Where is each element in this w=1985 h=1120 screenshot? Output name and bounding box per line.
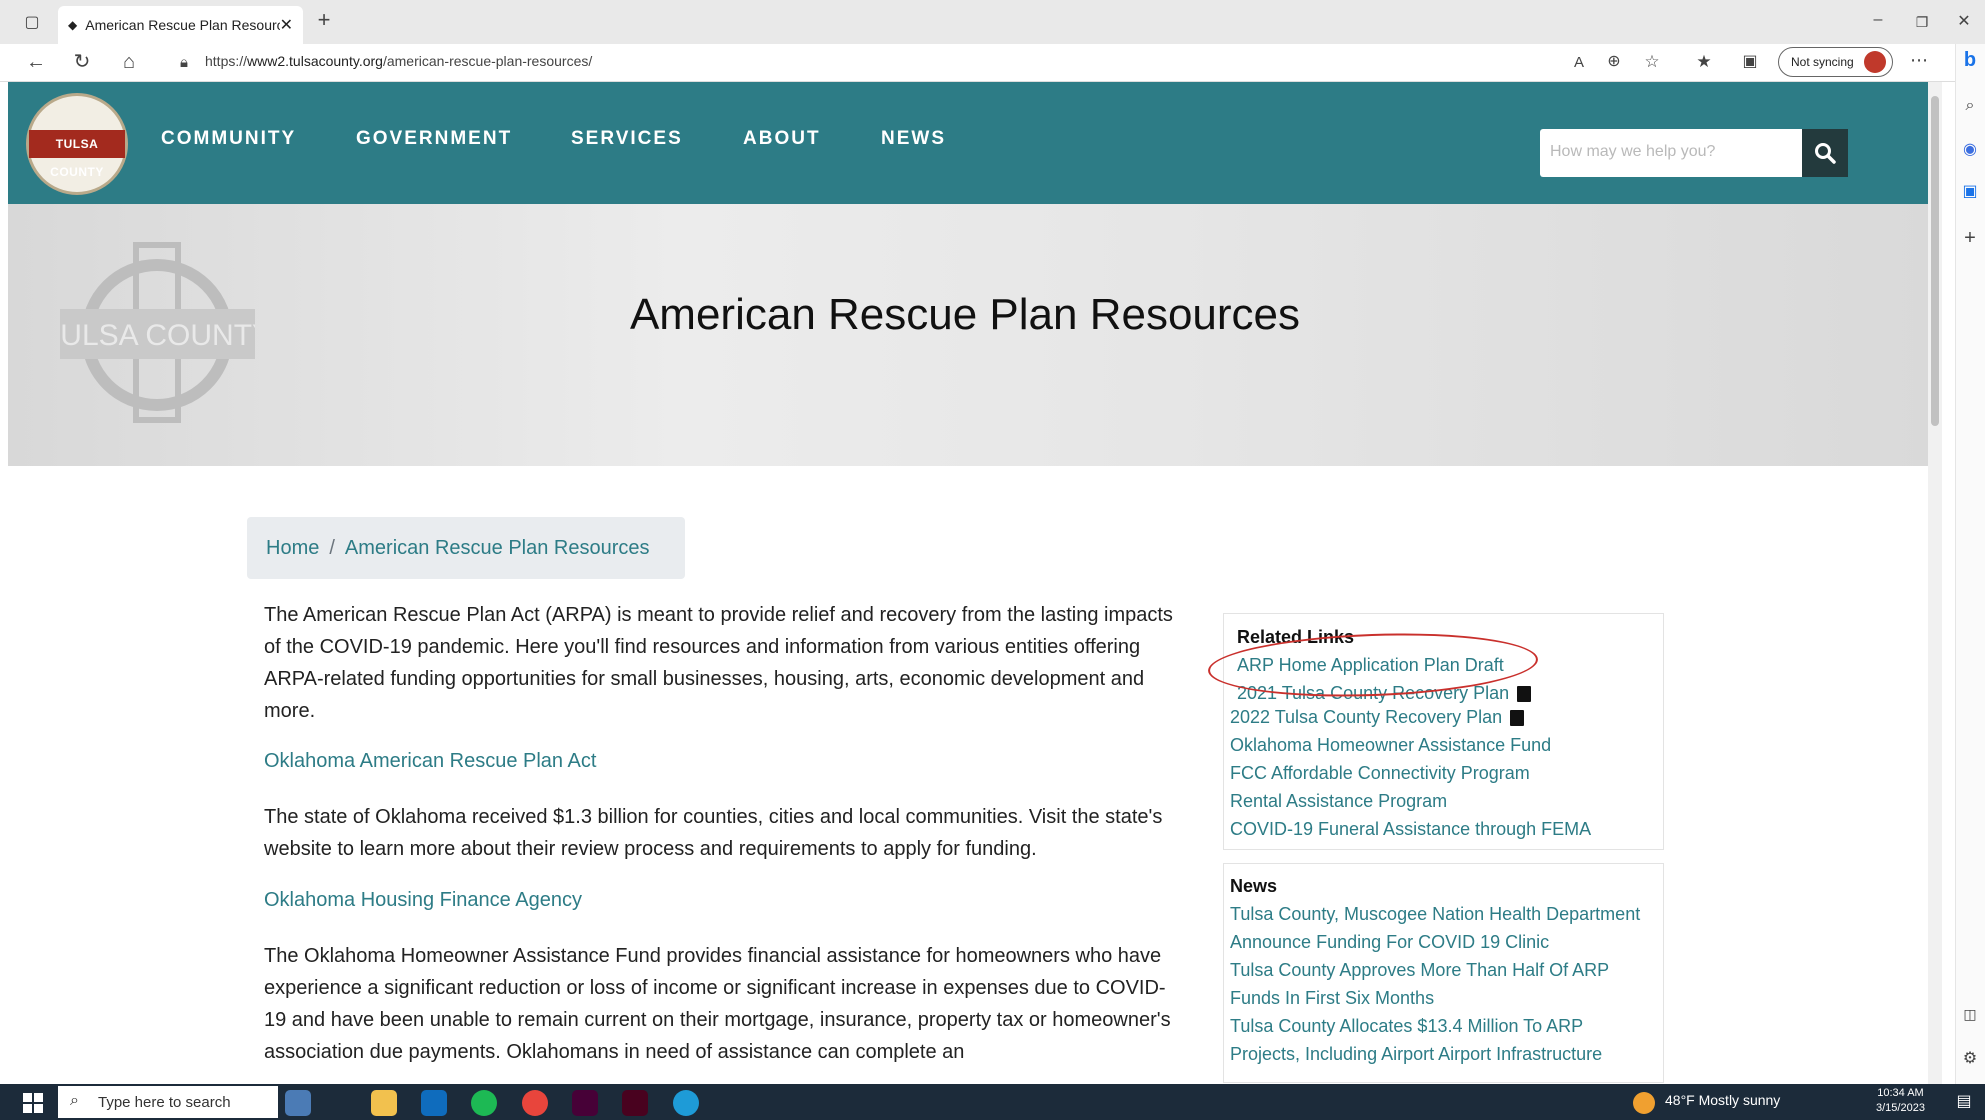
taskbar-search-placeholder: Type here to search [98,1093,231,1111]
news-link-line[interactable]: Funds In First Six Months [1230,988,1434,1009]
bing-chat-icon[interactable]: b [1956,50,1984,70]
add-favorite-icon[interactable]: ☆ [1638,52,1666,72]
weather-icon [1633,1092,1655,1114]
url-prefix: https:// [205,53,248,69]
indesign-icon[interactable] [622,1090,648,1116]
notifications-icon[interactable]: ▤ [1950,1092,1978,1112]
breadcrumb-current: American Rescue Plan Resources [344,536,650,559]
new-tab-icon[interactable]: + [310,9,338,31]
outlook-app-icon[interactable] [421,1090,447,1116]
outlook-icon[interactable]: ▣ [1956,182,1984,202]
tab-actions-icon[interactable]: ▢ [18,13,46,33]
url-host: www2.tulsacounty.org [247,53,383,69]
pdf-icon [1517,686,1532,703]
system-clock[interactable]: 10:34 AM 3/15/2023 [1876,1086,1925,1116]
back-icon[interactable]: ← [22,52,50,72]
news-link-line[interactable]: Tulsa County, Muscogee Nation Health Dep… [1230,904,1640,925]
clock-date: 3/15/2023 [1876,1102,1925,1114]
windows-start-icon[interactable] [23,1093,43,1113]
sync-status-button[interactable]: Not syncing [1778,47,1893,77]
page-title: American Rescue Plan Resources [629,290,1301,339]
news-link-line[interactable]: Tulsa County Approves More Than Half Of … [1230,960,1609,981]
related-link-label: 2022 Tulsa County Recovery Plan [1230,707,1503,727]
logo-text: TULSA COUNTY [29,130,125,179]
url-field[interactable]: https://www2.tulsacounty.org/american-re… [205,53,592,69]
weather-status[interactable]: 48°F Mostly sunny [1665,1092,1780,1108]
site-search-button[interactable] [1802,129,1848,177]
sidebar-layout-icon[interactable]: ◫ [1956,1004,1984,1024]
edge-sidebar: b ⌕ ◉ ▣ + ◫ ⚙ [1955,44,1985,1084]
site-search-input[interactable]: How may we help you? [1540,129,1802,177]
refresh-icon[interactable]: ↻ [68,52,96,72]
nav-government[interactable]: GOVERNMENT [356,128,512,150]
office-icon[interactable]: ◉ [1956,140,1984,160]
breadcrumb: Home / American Rescue Plan Resources [247,517,685,579]
nav-news[interactable]: NEWS [881,128,946,150]
close-window-icon[interactable]: ✕ [1950,12,1978,32]
sidebar-search-icon[interactable]: ⌕ [1956,96,1984,116]
related-link-homeowner-assistance[interactable]: Oklahoma Homeowner Assistance Fund [1230,735,1551,756]
search-icon [1815,143,1836,164]
news-link-line[interactable]: Projects, Including Airport Airport Infr… [1230,1044,1602,1065]
taskbar-search-icon: ⌕ [70,1092,79,1109]
related-link-rental-assistance[interactable]: Rental Assistance Program [1230,791,1447,812]
add-sidebar-app-icon[interactable]: + [1956,228,1984,248]
favorites-icon[interactable]: ★ [1690,52,1718,72]
homeowner-assistance-paragraph: The Oklahoma Homeowner Assistance Fund p… [264,945,1171,1063]
lock-icon[interactable]: 🔒︎ [170,53,198,73]
avatar [1864,51,1886,73]
browser-tab-bar: ▢ ◆ American Rescue Plan Resource ✕ + – … [0,0,1985,44]
sidebar-settings-icon[interactable]: ⚙ [1956,1049,1984,1069]
zoom-icon[interactable]: ⊕ [1600,52,1628,72]
pdf-icon [1510,710,1525,727]
news-link-line[interactable]: Announce Funding For COVID 19 Clinic [1230,932,1549,953]
breadcrumb-separator: / [329,536,335,559]
nav-about[interactable]: ABOUT [743,128,821,150]
scrollbar-thumb[interactable] [1931,96,1939,426]
spotify-icon[interactable] [471,1090,497,1116]
related-link-funeral-assistance[interactable]: COVID-19 Funeral Assistance through FEMA [1230,819,1591,840]
tab-title: American Rescue Plan Resource [85,17,280,33]
oklahoma-arpa-link[interactable]: Oklahoma American Rescue Plan Act [264,750,596,773]
taskbar-search-box[interactable]: ⌕ Type here to search [58,1086,278,1118]
news-link-line[interactable]: Tulsa County Allocates $13.4 Million To … [1230,1016,1583,1037]
minimize-icon[interactable]: – [1864,10,1892,30]
browser-tab[interactable]: ◆ American Rescue Plan Resource ✕ [58,6,303,44]
nav-services[interactable]: SERVICES [571,128,683,150]
state-funding-paragraph: The state of Oklahoma received $1.3 bill… [264,806,1163,860]
restore-icon[interactable]: ❐ [1908,12,1936,32]
tulsa-county-logo[interactable]: TULSA COUNTY [26,93,128,195]
more-icon[interactable]: ⋯ [1905,50,1933,70]
related-link-fcc-connectivity[interactable]: FCC Affordable Connectivity Program [1230,763,1530,784]
nav-community[interactable]: COMMUNITY [161,128,296,150]
task-view-icon[interactable] [285,1090,311,1116]
chrome-icon[interactable] [522,1090,548,1116]
url-path: /american-rescue-plan-resources/ [382,53,593,69]
intro-paragraph: The American Rescue Plan Act (ARPA) is m… [264,604,1173,722]
dreamweaver-icon[interactable] [572,1090,598,1116]
close-tab-icon[interactable]: ✕ [280,15,293,35]
related-link-2022-recovery-plan[interactable]: 2022 Tulsa County Recovery Plan [1230,707,1525,728]
collections-icon[interactable]: ▣ [1736,52,1764,72]
breadcrumb-home-link[interactable]: Home [266,537,319,560]
read-aloud-icon[interactable]: A [1565,53,1593,73]
site-favicon-icon: ◆ [68,18,78,32]
clock-time: 10:34 AM [1877,1087,1924,1099]
edge-taskbar-icon[interactable] [673,1090,699,1116]
ohfa-link[interactable]: Oklahoma Housing Finance Agency [264,889,582,912]
news-heading: News [1230,876,1278,896]
file-explorer-icon[interactable] [371,1090,397,1116]
sync-label: Not syncing [1791,55,1854,69]
home-icon[interactable]: ⌂ [115,52,143,72]
